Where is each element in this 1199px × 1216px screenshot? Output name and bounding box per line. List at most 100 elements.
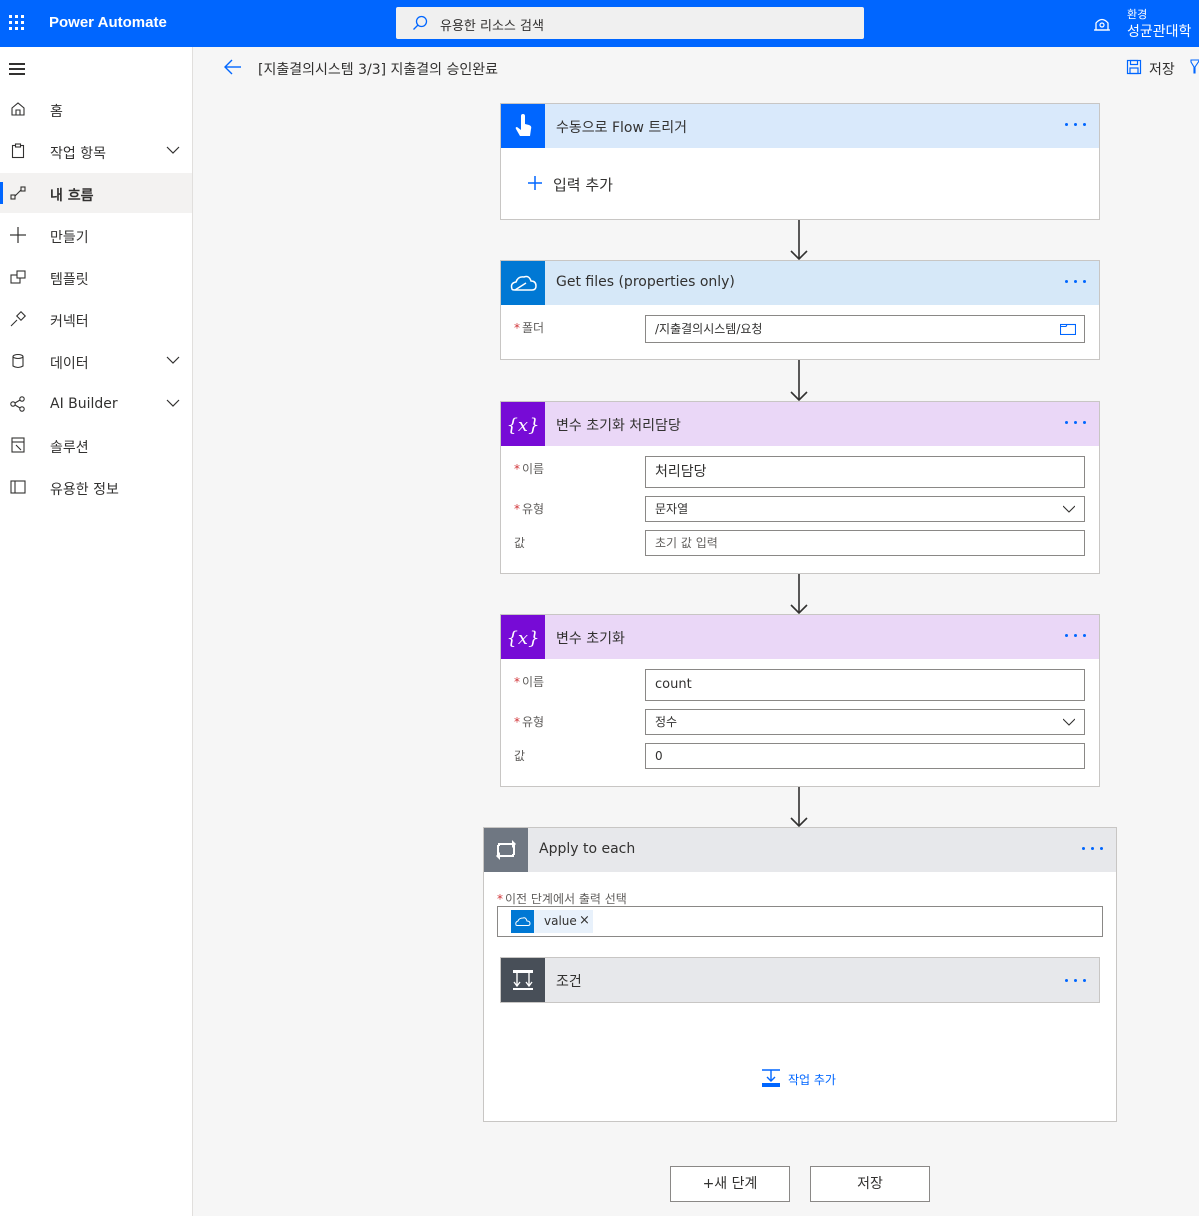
save-flow-button[interactable]: 저장 bbox=[810, 1166, 930, 1202]
add-action-link[interactable]: 작업 추가 bbox=[788, 1071, 836, 1088]
card-title: 조건 bbox=[556, 974, 582, 990]
back-arrow-icon[interactable] bbox=[223, 58, 243, 76]
folder-field[interactable]: /지출결의시스템/요청 bbox=[645, 315, 1085, 343]
name-label: * 이름 bbox=[514, 675, 545, 689]
card-title: 수동으로 Flow 트리거 bbox=[556, 120, 688, 136]
save-icon[interactable] bbox=[1126, 59, 1142, 75]
value-label: 값 bbox=[514, 749, 526, 763]
type-value: 문자열 bbox=[655, 502, 689, 516]
onedrive-icon bbox=[511, 910, 534, 933]
add-input-link[interactable]: 입력 추가 bbox=[553, 174, 613, 195]
folder-label: * 폴더 bbox=[514, 321, 545, 335]
clipboard-icon bbox=[11, 143, 25, 159]
init-variable-card-1[interactable]: {x} 변수 초기화 처리담당 * 이름 처리담당 * 유형 문자열 값 초기 값 … bbox=[500, 401, 1100, 574]
more-options-icon[interactable] bbox=[1082, 847, 1104, 851]
chevron-down-icon bbox=[1063, 718, 1075, 726]
template-icon bbox=[10, 270, 26, 284]
sidebar-item-data[interactable]: 데이터 bbox=[0, 341, 192, 381]
more-options-icon[interactable] bbox=[1065, 634, 1087, 638]
database-icon bbox=[12, 353, 24, 369]
folder-value: /지출결의시스템/요청 bbox=[655, 322, 763, 336]
get-files-header[interactable]: Get files (properties only) bbox=[501, 261, 1099, 305]
menu-toggle-icon[interactable] bbox=[9, 63, 25, 75]
environment-icon[interactable] bbox=[1093, 14, 1111, 32]
sidebar-item-label: 템플릿 bbox=[50, 272, 89, 288]
more-options-icon[interactable] bbox=[1065, 421, 1087, 425]
variable-value-field[interactable]: 초기 값 입력 bbox=[645, 530, 1085, 556]
environment-name[interactable]: 성균관대학 bbox=[1127, 21, 1191, 41]
init-variable-header[interactable]: {x} 변수 초기화 처리담당 bbox=[501, 402, 1099, 446]
more-options-icon[interactable] bbox=[1065, 123, 1087, 127]
sidebar-item-label: 유용한 정보 bbox=[50, 482, 119, 498]
search-box[interactable]: 유용한 리소스 검색 bbox=[396, 7, 864, 39]
save-button[interactable]: 저장 bbox=[1149, 59, 1175, 79]
variable-name-field[interactable]: count bbox=[645, 669, 1085, 701]
apply-to-each-header[interactable]: Apply to each bbox=[484, 828, 1116, 872]
variable-icon: {x} bbox=[501, 402, 545, 446]
new-step-button[interactable]: +새 단계 bbox=[670, 1166, 790, 1202]
onedrive-icon bbox=[501, 261, 545, 305]
type-value: 정수 bbox=[655, 715, 678, 729]
home-icon bbox=[11, 102, 25, 116]
value-label: 값 bbox=[514, 536, 526, 550]
output-label: * 이전 단계에서 출력 선택 bbox=[497, 892, 627, 906]
variable-icon: {x} bbox=[501, 615, 545, 659]
connector-arrow bbox=[790, 220, 808, 261]
sidebar-item-label: 홈 bbox=[50, 104, 63, 120]
connector-icon bbox=[10, 310, 27, 327]
sidebar-item-label: 작업 항목 bbox=[50, 146, 106, 162]
sidebar-item-my-flows[interactable]: 내 흐름 bbox=[0, 173, 192, 213]
sidebar-item-learn[interactable]: 유용한 정보 bbox=[0, 467, 192, 507]
value-token[interactable]: value × bbox=[511, 910, 593, 933]
name-label: * 이름 bbox=[514, 462, 545, 476]
connector-arrow bbox=[790, 787, 808, 828]
add-action-icon[interactable] bbox=[761, 1068, 781, 1088]
type-label: * 유형 bbox=[514, 715, 545, 729]
init-variable-card-2[interactable]: {x} 변수 초기화 * 이름 count * 유형 정수 값 0 bbox=[500, 614, 1100, 787]
ai-builder-icon bbox=[10, 396, 25, 412]
sidebar-item-create[interactable]: 만들기 bbox=[0, 215, 192, 255]
remove-token-icon[interactable]: × bbox=[579, 913, 590, 928]
output-select-field[interactable]: value × bbox=[497, 906, 1103, 937]
more-options-icon[interactable] bbox=[1065, 979, 1087, 983]
chevron-down-icon[interactable] bbox=[166, 355, 180, 365]
chevron-down-icon[interactable] bbox=[166, 398, 180, 408]
book-icon bbox=[10, 480, 26, 494]
more-options-icon[interactable] bbox=[1065, 280, 1087, 284]
plus-icon[interactable] bbox=[528, 176, 542, 190]
app-launcher-icon[interactable] bbox=[9, 15, 25, 31]
variable-name-field[interactable]: 처리담당 bbox=[645, 456, 1085, 488]
search-placeholder: 유용한 리소스 검색 bbox=[440, 19, 544, 34]
variable-value-field[interactable]: 0 bbox=[645, 743, 1085, 769]
app-name[interactable]: Power Automate bbox=[49, 14, 167, 31]
trigger-card[interactable]: 수동으로 Flow 트리거 입력 추가 bbox=[500, 103, 1100, 220]
apply-to-each-card[interactable]: Apply to each * 이전 단계에서 출력 선택 value × 조건 … bbox=[483, 827, 1117, 1122]
sidebar-item-action-items[interactable]: 작업 항목 bbox=[0, 131, 192, 171]
sidebar-item-label: 만들기 bbox=[50, 230, 89, 246]
variable-type-select[interactable]: 정수 bbox=[645, 709, 1085, 735]
touch-icon bbox=[501, 104, 545, 148]
chevron-down-icon[interactable] bbox=[166, 145, 180, 155]
condition-card[interactable]: 조건 bbox=[500, 957, 1100, 1003]
sidebar-item-label: 내 흐름 bbox=[50, 188, 94, 204]
solution-icon bbox=[11, 437, 25, 453]
trigger-header[interactable]: 수동으로 Flow 트리거 bbox=[501, 104, 1099, 148]
flow-title: [지출결의시스템 3/3] 지출결의 승인완료 bbox=[258, 62, 499, 78]
init-variable-header[interactable]: {x} 변수 초기화 bbox=[501, 615, 1099, 659]
sidebar-item-label: 데이터 bbox=[50, 356, 89, 372]
sidebar-item-solutions[interactable]: 솔루션 bbox=[0, 425, 192, 465]
sidebar-item-ai-builder[interactable]: AI Builder bbox=[0, 384, 192, 424]
token-label: value bbox=[544, 914, 577, 928]
svg-text:{x}: {x} bbox=[506, 628, 539, 649]
sidebar-item-templates[interactable]: 템플릿 bbox=[0, 257, 192, 297]
get-files-card[interactable]: Get files (properties only) * 폴더 /지출결의시스템… bbox=[500, 260, 1100, 360]
svg-text:{x}: {x} bbox=[506, 415, 539, 436]
chevron-down-icon bbox=[1063, 505, 1075, 513]
flow-checker-icon[interactable] bbox=[1190, 58, 1199, 76]
sidebar-item-home[interactable]: 홈 bbox=[0, 89, 192, 129]
variable-type-select[interactable]: 문자열 bbox=[645, 496, 1085, 522]
type-label: * 유형 bbox=[514, 502, 545, 516]
environment-label: 환경 bbox=[1127, 8, 1148, 21]
folder-picker-icon[interactable] bbox=[1060, 322, 1076, 335]
sidebar-item-connectors[interactable]: 커넥터 bbox=[0, 299, 192, 339]
